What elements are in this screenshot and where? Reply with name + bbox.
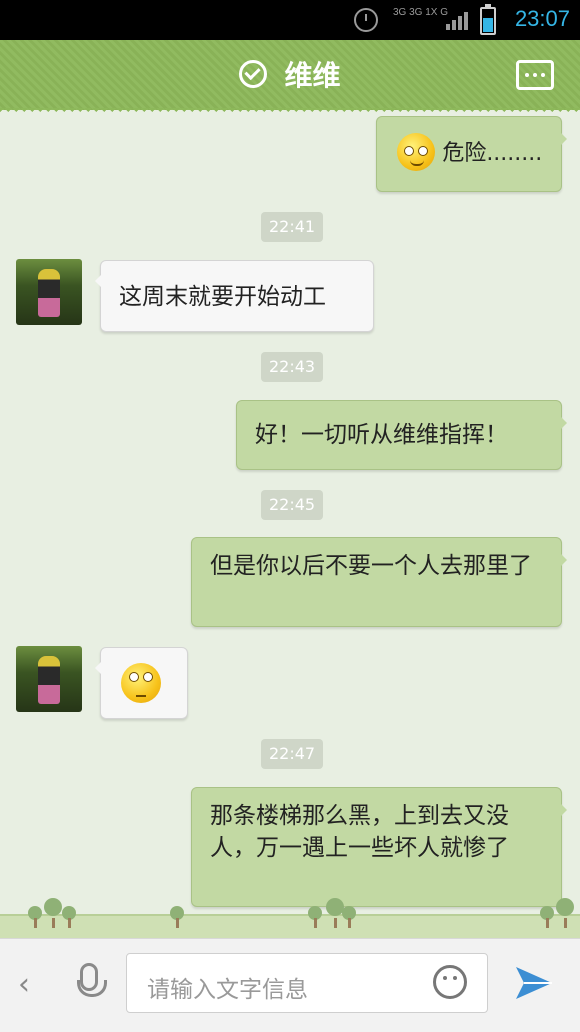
chevron-left-icon[interactable]: ‹ bbox=[18, 967, 30, 1002]
message-text: 这周末就要开始动工 bbox=[119, 284, 326, 310]
message-input-bar: ‹ 请输入文字信息 bbox=[0, 938, 580, 1032]
timestamp: 22:45 bbox=[261, 490, 324, 520]
timestamp: 22:43 bbox=[261, 352, 324, 382]
message-list[interactable]: 危险........ 22:41 这周末就要开始动工 22:43 好！一切听从维… bbox=[0, 110, 580, 938]
message-bubble-incoming[interactable]: 这周末就要开始动工 bbox=[95, 260, 374, 332]
avatar[interactable] bbox=[16, 646, 82, 712]
status-bar: 3G 3G 1X G 23:07 bbox=[0, 0, 580, 40]
timestamp: 22:47 bbox=[261, 739, 324, 769]
message-bubble-outgoing[interactable]: 那条楼梯那么黑，上到去又没人，万一遇上一些坏人就惨了 bbox=[191, 787, 567, 907]
rolling-eyes-emoji-icon bbox=[121, 663, 161, 703]
message-text: 但是你以后不要一个人去那里了 bbox=[210, 553, 532, 579]
message-text: 好！一切听从维维指挥！ bbox=[255, 422, 508, 448]
network-type-label: 3G 3G 1X G bbox=[393, 7, 449, 18]
timestamp: 22:41 bbox=[261, 212, 324, 242]
message-bubble-outgoing[interactable]: 但是你以后不要一个人去那里了 bbox=[191, 537, 567, 627]
smiley-icon[interactable] bbox=[433, 965, 467, 999]
avatar[interactable] bbox=[16, 259, 82, 325]
background-scenery bbox=[0, 890, 580, 938]
alarm-icon bbox=[354, 8, 378, 32]
message-text: 危险........ bbox=[442, 141, 543, 166]
signal-icon bbox=[446, 10, 470, 30]
message-text: 那条楼梯那么黑，上到去又没人，万一遇上一些坏人就惨了 bbox=[210, 803, 509, 861]
chat-header: 维维 bbox=[0, 40, 580, 116]
message-bubble-incoming[interactable] bbox=[95, 647, 188, 719]
smug-emoji-icon bbox=[397, 133, 435, 171]
more-icon[interactable] bbox=[516, 60, 554, 90]
battery-icon bbox=[480, 4, 496, 35]
message-bubble-outgoing[interactable]: 好！一切听从维维指挥！ bbox=[236, 400, 567, 470]
status-clock: 23:07 bbox=[514, 6, 570, 31]
contact-name: 维维 bbox=[284, 59, 341, 92]
microphone-icon[interactable] bbox=[77, 963, 107, 997]
check-circle-icon bbox=[239, 60, 268, 88]
send-icon[interactable] bbox=[514, 963, 554, 1003]
message-bubble-outgoing[interactable]: 危险........ bbox=[376, 116, 567, 192]
